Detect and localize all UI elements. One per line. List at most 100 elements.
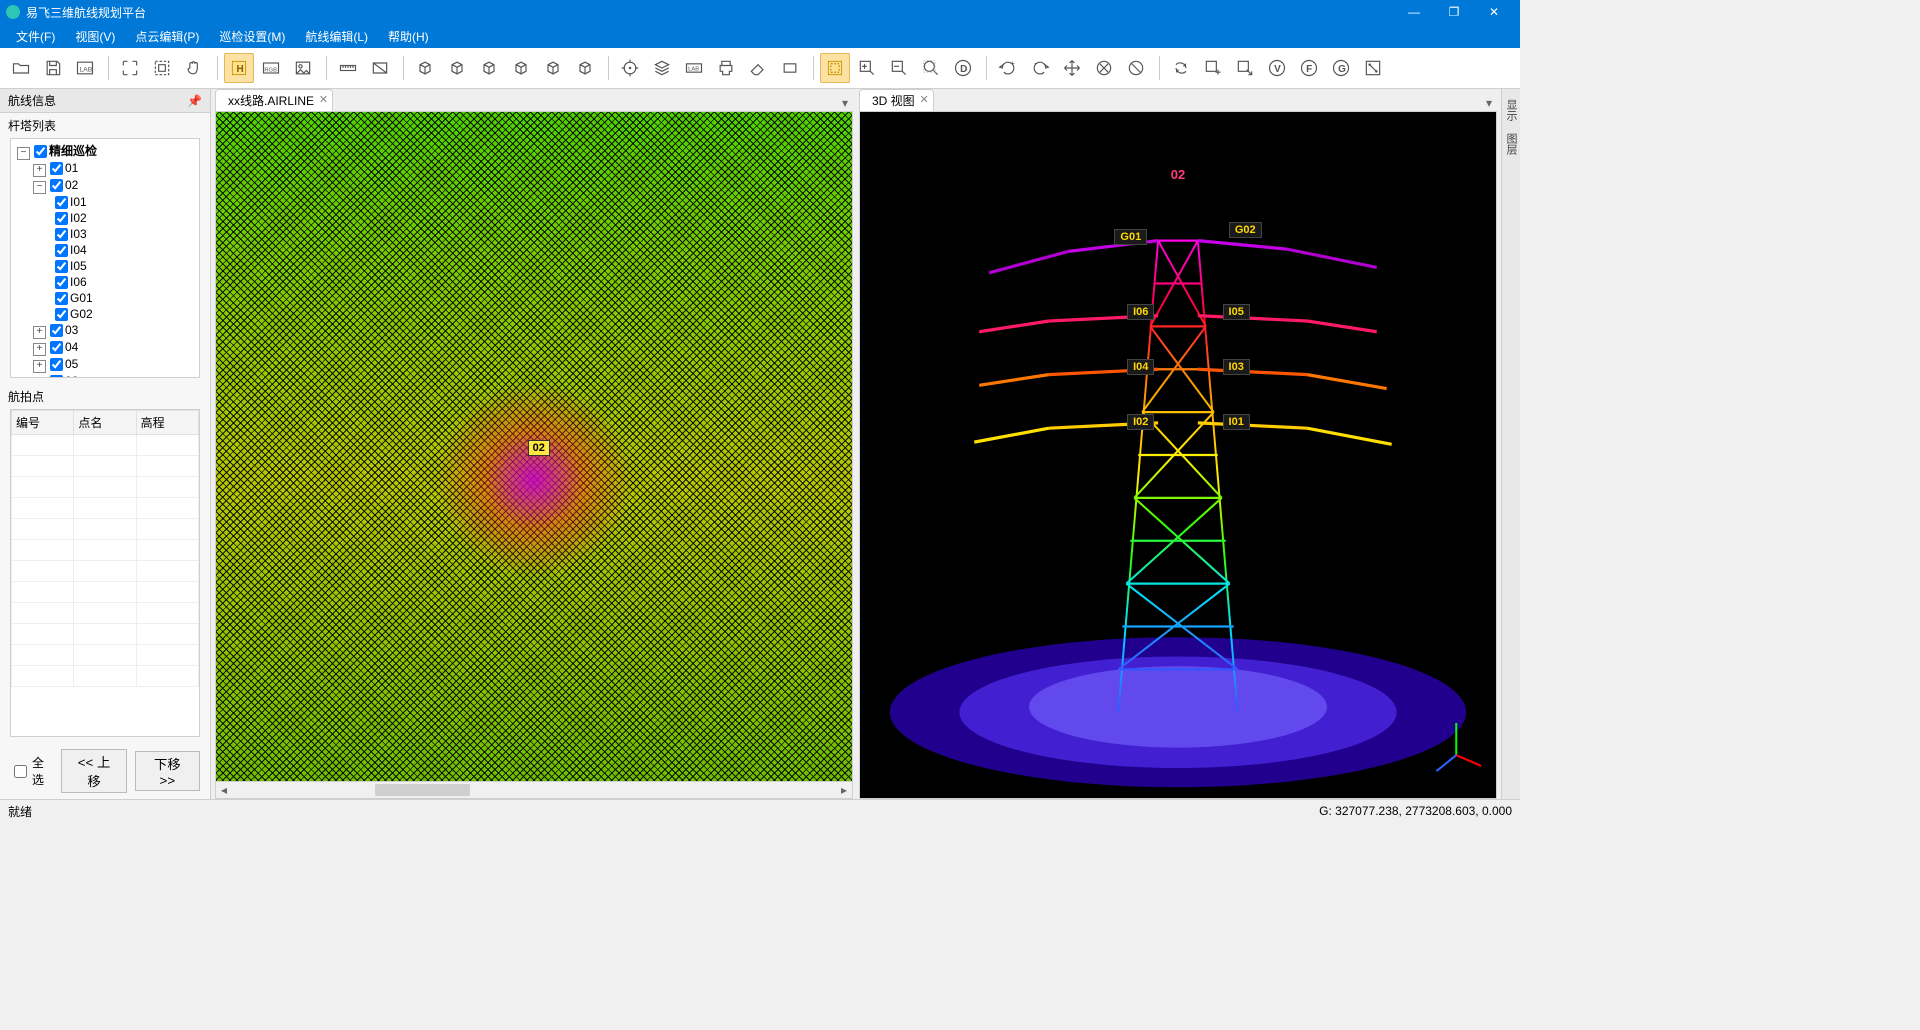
vertical-tab-1[interactable]: 图层	[1503, 127, 1519, 161]
target-icon[interactable]	[615, 53, 645, 83]
table-row[interactable]	[12, 666, 199, 687]
zoom-in-box-icon[interactable]	[852, 53, 882, 83]
tree-check-02-G01[interactable]	[55, 292, 68, 305]
cross-gear-icon[interactable]	[1089, 53, 1119, 83]
tree-check-root[interactable]	[34, 145, 47, 158]
map-canvas[interactable]: 02	[215, 111, 853, 782]
point-label-I03[interactable]: I03	[1223, 359, 1250, 375]
move-up-button[interactable]: << 上移	[61, 749, 126, 793]
scroll-thumb[interactable]	[375, 784, 470, 796]
table-row[interactable]	[12, 498, 199, 519]
pin-icon[interactable]: 📌	[187, 94, 202, 108]
layers-icon[interactable]	[647, 53, 677, 83]
menu-item-2[interactable]: 点云编辑(P)	[125, 26, 209, 47]
close-icon[interactable]: ✕	[319, 93, 328, 106]
tree-check-04[interactable]	[50, 341, 63, 354]
tree-label-02-I02[interactable]: I02	[70, 211, 87, 225]
lab-box-icon[interactable]: LAB	[679, 53, 709, 83]
tree-check-03[interactable]	[50, 324, 63, 337]
open-file-icon[interactable]	[6, 53, 36, 83]
tab-3dview[interactable]: 3D 视图 ✕	[859, 89, 934, 111]
letter-v-icon[interactable]: V	[1262, 53, 1292, 83]
table-row[interactable]	[12, 561, 199, 582]
view3d-canvas[interactable]: 02 G01G02I06I05I04I03I02I01	[859, 111, 1497, 799]
tree-check-02-I04[interactable]	[55, 244, 68, 257]
table-row[interactable]	[12, 582, 199, 603]
scroll-left-icon[interactable]: ◂	[216, 782, 232, 798]
cube-back-icon[interactable]	[442, 53, 472, 83]
menu-item-3[interactable]: 巡检设置(M)	[209, 26, 295, 47]
photo-col-1[interactable]: 点名	[74, 411, 136, 435]
tree-check-02[interactable]	[50, 179, 63, 192]
menu-item-1[interactable]: 视图(V)	[65, 26, 125, 47]
table-row[interactable]	[12, 624, 199, 645]
measure-area-icon[interactable]	[365, 53, 395, 83]
tree-label-02-G01[interactable]: G01	[70, 291, 93, 305]
measure-dist-icon[interactable]	[333, 53, 363, 83]
save-icon[interactable]	[38, 53, 68, 83]
tree-check-06[interactable]	[50, 375, 63, 378]
point-label-I01[interactable]: I01	[1223, 414, 1250, 430]
tree-check-02-I03[interactable]	[55, 228, 68, 241]
tree-label-02[interactable]: 02	[65, 178, 78, 192]
tree-label-02-I03[interactable]: I03	[70, 227, 87, 241]
erase-icon[interactable]	[743, 53, 773, 83]
menu-item-5[interactable]: 帮助(H)	[378, 26, 439, 47]
map-scrollbar[interactable]: ◂ ▸	[215, 782, 853, 799]
frame-arrow-icon[interactable]	[1230, 53, 1260, 83]
tree-check-02-I01[interactable]	[55, 196, 68, 209]
tree-check-02-G02[interactable]	[55, 308, 68, 321]
pan-icon[interactable]	[179, 53, 209, 83]
tree-label-02-I04[interactable]: I04	[70, 243, 87, 257]
photo-table[interactable]: 编号点名高程	[11, 410, 199, 687]
scroll-right-icon[interactable]: ▸	[836, 782, 852, 798]
fit-selection-icon[interactable]	[147, 53, 177, 83]
color-height-icon[interactable]: H	[224, 53, 254, 83]
point-label-G01[interactable]: G01	[1114, 229, 1147, 245]
frame-plus-icon[interactable]	[1198, 53, 1228, 83]
tab-dropdown-icon[interactable]: ▾	[837, 95, 853, 111]
table-row[interactable]	[12, 540, 199, 561]
tree-toggle-01[interactable]: +	[33, 164, 46, 177]
zoom-out-box-icon[interactable]	[884, 53, 914, 83]
minimize-button[interactable]: —	[1394, 0, 1434, 24]
tree-toggle-06[interactable]: +	[33, 377, 46, 378]
table-row[interactable]	[12, 645, 199, 666]
close-button[interactable]: ✕	[1474, 0, 1514, 24]
tree-label-02-G02[interactable]: G02	[70, 307, 93, 321]
point-label-I05[interactable]: I05	[1223, 304, 1250, 320]
maximize-button[interactable]: ❐	[1434, 0, 1474, 24]
letter-d-icon[interactable]: D	[948, 53, 978, 83]
tree-label-02-I01[interactable]: I01	[70, 195, 87, 209]
point-label-I06[interactable]: I06	[1127, 304, 1154, 320]
cube-iso-icon[interactable]	[570, 53, 600, 83]
fit-extent-icon[interactable]	[115, 53, 145, 83]
photo-col-0[interactable]: 编号	[12, 411, 74, 435]
rect-icon[interactable]	[775, 53, 805, 83]
tree-check-02-I05[interactable]	[55, 260, 68, 273]
close-icon[interactable]: ✕	[919, 93, 928, 106]
select-all-checkbox[interactable]: 全选	[10, 754, 53, 788]
cube-front-icon[interactable]	[410, 53, 440, 83]
table-row[interactable]	[12, 477, 199, 498]
snap-icon[interactable]	[1358, 53, 1388, 83]
table-row[interactable]	[12, 519, 199, 540]
letter-f-icon[interactable]: F	[1294, 53, 1324, 83]
vertical-tab-0[interactable]: 显示	[1503, 93, 1519, 127]
cube-right-icon[interactable]	[506, 53, 536, 83]
color-image-icon[interactable]	[288, 53, 318, 83]
tree-label-03[interactable]: 03	[65, 323, 78, 337]
print-icon[interactable]	[711, 53, 741, 83]
tree-toggle-02[interactable]: −	[33, 181, 46, 194]
point-label-I04[interactable]: I04	[1127, 359, 1154, 375]
cube-left-icon[interactable]	[474, 53, 504, 83]
rotate-minus-icon[interactable]: -	[1025, 53, 1055, 83]
letter-g-icon[interactable]: G	[1326, 53, 1356, 83]
tree-check-02-I06[interactable]	[55, 276, 68, 289]
move-down-button[interactable]: 下移 >>	[135, 751, 200, 791]
tab-dropdown-icon[interactable]: ▾	[1481, 95, 1497, 111]
map-marker-02[interactable]: 02	[528, 440, 550, 456]
select-box-icon[interactable]	[820, 53, 850, 83]
table-row[interactable]	[12, 603, 199, 624]
tree-toggle-root[interactable]: −	[17, 147, 30, 160]
